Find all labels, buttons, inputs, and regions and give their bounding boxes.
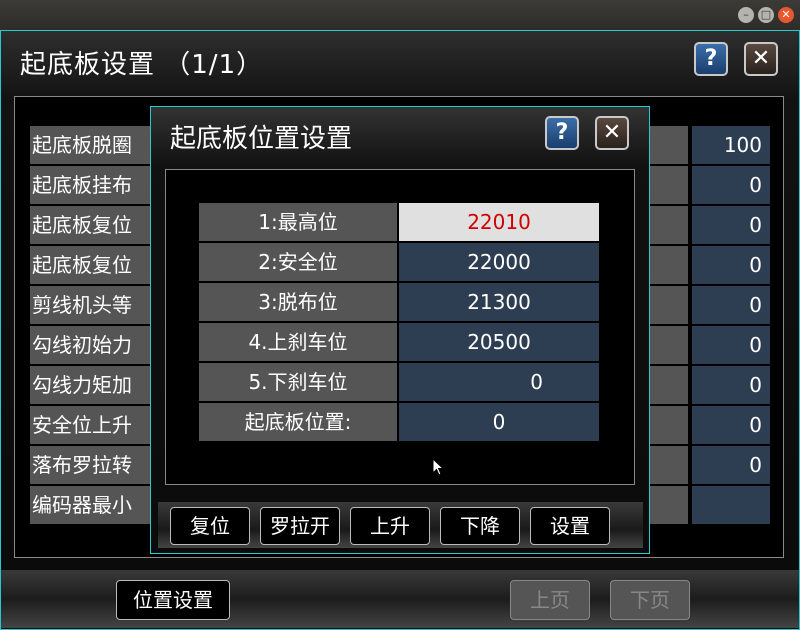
param-label: 编码器最小 xyxy=(30,486,150,524)
param-value[interactable]: 0 xyxy=(692,446,770,484)
position-label: 3:脱布位 xyxy=(199,283,397,321)
param-label: 起底板复位 xyxy=(30,246,150,284)
maximize-icon[interactable]: □ xyxy=(758,7,774,23)
param-label: 起底板复位 xyxy=(30,206,150,244)
param-value[interactable]: 0 xyxy=(692,286,770,324)
prev-page-button[interactable]: 上页 xyxy=(510,580,590,620)
param-cell xyxy=(650,326,688,364)
param-value[interactable]: 0 xyxy=(692,366,770,404)
position-label: 1:最高位 xyxy=(199,203,397,241)
param-cell xyxy=(650,206,688,244)
lower-button[interactable]: 下降 xyxy=(440,507,520,545)
param-cell xyxy=(650,446,688,484)
param-cell xyxy=(650,486,688,524)
position-value-release[interactable]: 21300 xyxy=(399,283,599,321)
dialog-close-button[interactable]: ✕ xyxy=(595,116,629,150)
param-cell xyxy=(650,166,688,204)
minimize-icon[interactable]: – xyxy=(738,7,754,23)
current-position-value: 0 xyxy=(399,403,599,441)
param-value[interactable]: 0 xyxy=(692,326,770,364)
param-label: 落布罗拉转 xyxy=(30,446,150,484)
help-icon: ? xyxy=(704,46,718,71)
position-value-safe[interactable]: 22000 xyxy=(399,243,599,281)
param-label: 勾线力矩加 xyxy=(30,366,150,404)
param-label: 剪线机头等 xyxy=(30,286,150,324)
param-cell xyxy=(650,286,688,324)
param-value[interactable]: 0 xyxy=(692,406,770,444)
param-label: 安全位上升 xyxy=(30,406,150,444)
param-label: 起底板脱圈 xyxy=(30,126,150,164)
window-close-icon[interactable]: ✕ xyxy=(778,7,794,23)
set-button[interactable]: 设置 xyxy=(530,507,610,545)
window-titlebar: – □ ✕ xyxy=(0,0,800,30)
position-label: 5.下刹车位 xyxy=(199,363,397,401)
position-value-upper-brake[interactable]: 20500 xyxy=(399,323,599,361)
roller-open-button[interactable]: 罗拉开 xyxy=(260,507,340,545)
raise-button[interactable]: 上升 xyxy=(350,507,430,545)
reset-button[interactable]: 复位 xyxy=(170,507,250,545)
close-icon: ✕ xyxy=(751,46,771,71)
param-cell xyxy=(650,126,688,164)
close-button[interactable]: ✕ xyxy=(744,42,778,76)
param-label: 勾线初始力 xyxy=(30,326,150,364)
param-cell xyxy=(650,366,688,404)
dialog-help-button[interactable]: ? xyxy=(545,116,579,150)
help-icon: ? xyxy=(555,120,569,145)
position-label: 2:安全位 xyxy=(199,243,397,281)
mouse-cursor-icon xyxy=(432,458,445,476)
position-value-highest[interactable]: 22010 xyxy=(399,203,599,241)
close-icon: ✕ xyxy=(602,120,622,145)
param-value[interactable]: 100 xyxy=(692,126,770,164)
dialog-title: 起底板位置设置 xyxy=(170,124,353,154)
position-label: 4.上刹车位 xyxy=(199,323,397,361)
help-button[interactable]: ? xyxy=(694,42,728,76)
position-label: 起底板位置: xyxy=(199,403,397,441)
page-title: 起底板设置 （1/1） xyxy=(20,50,264,80)
param-cell xyxy=(650,406,688,444)
param-value[interactable]: 0 xyxy=(692,246,770,284)
param-value[interactable]: 0 xyxy=(692,166,770,204)
position-value-lower-brake[interactable]: 0 xyxy=(399,363,599,401)
next-page-button[interactable]: 下页 xyxy=(610,580,690,620)
param-value[interactable]: 0 xyxy=(692,206,770,244)
param-cell xyxy=(650,246,688,284)
position-setting-button[interactable]: 位置设置 xyxy=(116,580,230,620)
param-label: 起底板挂布 xyxy=(30,166,150,204)
param-value[interactable] xyxy=(692,486,770,524)
